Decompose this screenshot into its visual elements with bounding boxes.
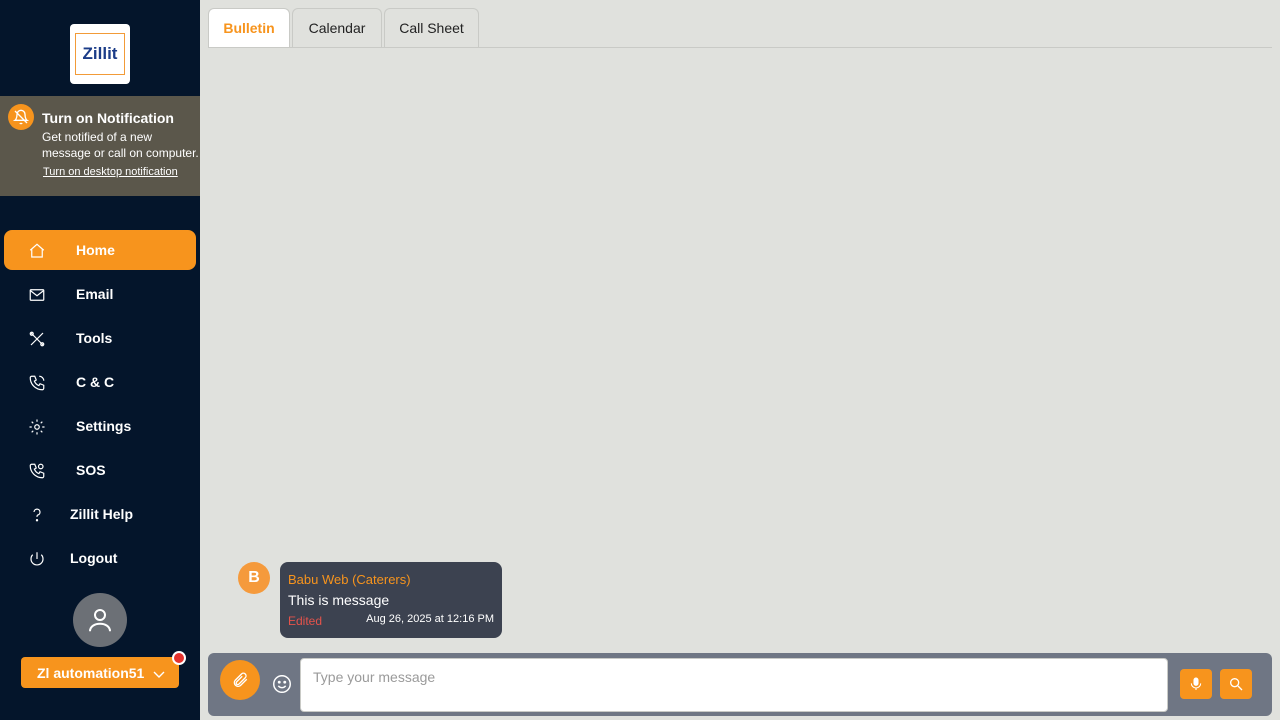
message-sender: Babu Web (Caterers) [288, 572, 411, 587]
message-text: This is message [288, 592, 390, 608]
sidebar-item-help[interactable]: Zillit Help [4, 494, 196, 534]
home-icon [28, 242, 46, 260]
user-avatar[interactable] [73, 593, 127, 647]
sidebar-item-tools[interactable]: Tools [4, 318, 196, 358]
notification-title: Turn on Notification [42, 110, 174, 126]
zillit-logo[interactable]: Zillit [70, 24, 130, 84]
sidebar-item-sos[interactable]: SOS [4, 450, 196, 490]
sidebar-item-label: Logout [70, 550, 118, 566]
sidebar-item-label: Home [76, 242, 115, 258]
sidebar-item-label: Zillit Help [70, 506, 133, 522]
tools-icon [28, 330, 46, 348]
sidebar-item-settings[interactable]: Settings [4, 406, 196, 446]
sos-phone-icon [28, 462, 46, 480]
sidebar-item-label: Settings [76, 418, 132, 434]
notification-banner: Turn on Notification Get notified of a n… [0, 96, 200, 196]
tab-call-sheet[interactable]: Call Sheet [384, 8, 479, 47]
search-icon [1230, 678, 1243, 691]
microphone-icon [1190, 677, 1202, 690]
sidebar: Zillit Turn on Notification Get notified… [0, 0, 200, 720]
tab-calendar[interactable]: Calendar [292, 8, 382, 47]
user-icon [89, 609, 111, 632]
message-input[interactable] [300, 658, 1168, 712]
message-edited-label: Edited [288, 614, 323, 628]
mail-icon [28, 286, 46, 304]
sidebar-item-email[interactable]: Email [4, 274, 196, 314]
message-bubble[interactable]: Babu Web (Caterers) This is message Edit… [280, 562, 502, 638]
sidebar-item-label: SOS [76, 462, 106, 478]
paperclip-icon [233, 672, 248, 687]
enable-notification-link[interactable]: Turn on desktop notification [43, 166, 178, 178]
user-menu-button[interactable]: Zl automation51 [21, 657, 179, 688]
message-composer [208, 653, 1272, 716]
search-button[interactable] [1220, 669, 1252, 699]
sidebar-item-label: Tools [76, 330, 113, 346]
sidebar-item-label: Email [76, 286, 114, 302]
gear-icon [28, 418, 46, 436]
bell-off-icon [8, 104, 34, 130]
phone-icon [28, 374, 46, 392]
message-timestamp: Aug 26, 2025 at 12:16 PM [366, 613, 494, 625]
notification-dot [172, 651, 186, 665]
user-name: Zl automation51 [37, 664, 145, 681]
sidebar-item-logout[interactable]: Logout [4, 538, 196, 578]
power-icon [28, 550, 46, 568]
help-icon [28, 506, 46, 524]
message-avatar[interactable]: B [238, 562, 270, 594]
logo-text: Zillit [75, 33, 125, 75]
tab-divider [208, 47, 1272, 48]
smiley-icon [273, 675, 291, 693]
voice-message-button[interactable] [1180, 669, 1212, 699]
attach-button[interactable] [220, 660, 260, 700]
emoji-button[interactable] [271, 673, 293, 695]
notification-text: Get notified of a new message or call on… [42, 130, 199, 160]
tab-bulletin[interactable]: Bulletin [208, 8, 290, 47]
sidebar-item-c-and-c[interactable]: C & C [4, 362, 196, 402]
sidebar-item-label: C & C [76, 374, 115, 390]
chevron-down-icon [153, 667, 165, 683]
sidebar-item-home[interactable]: Home [4, 230, 196, 270]
